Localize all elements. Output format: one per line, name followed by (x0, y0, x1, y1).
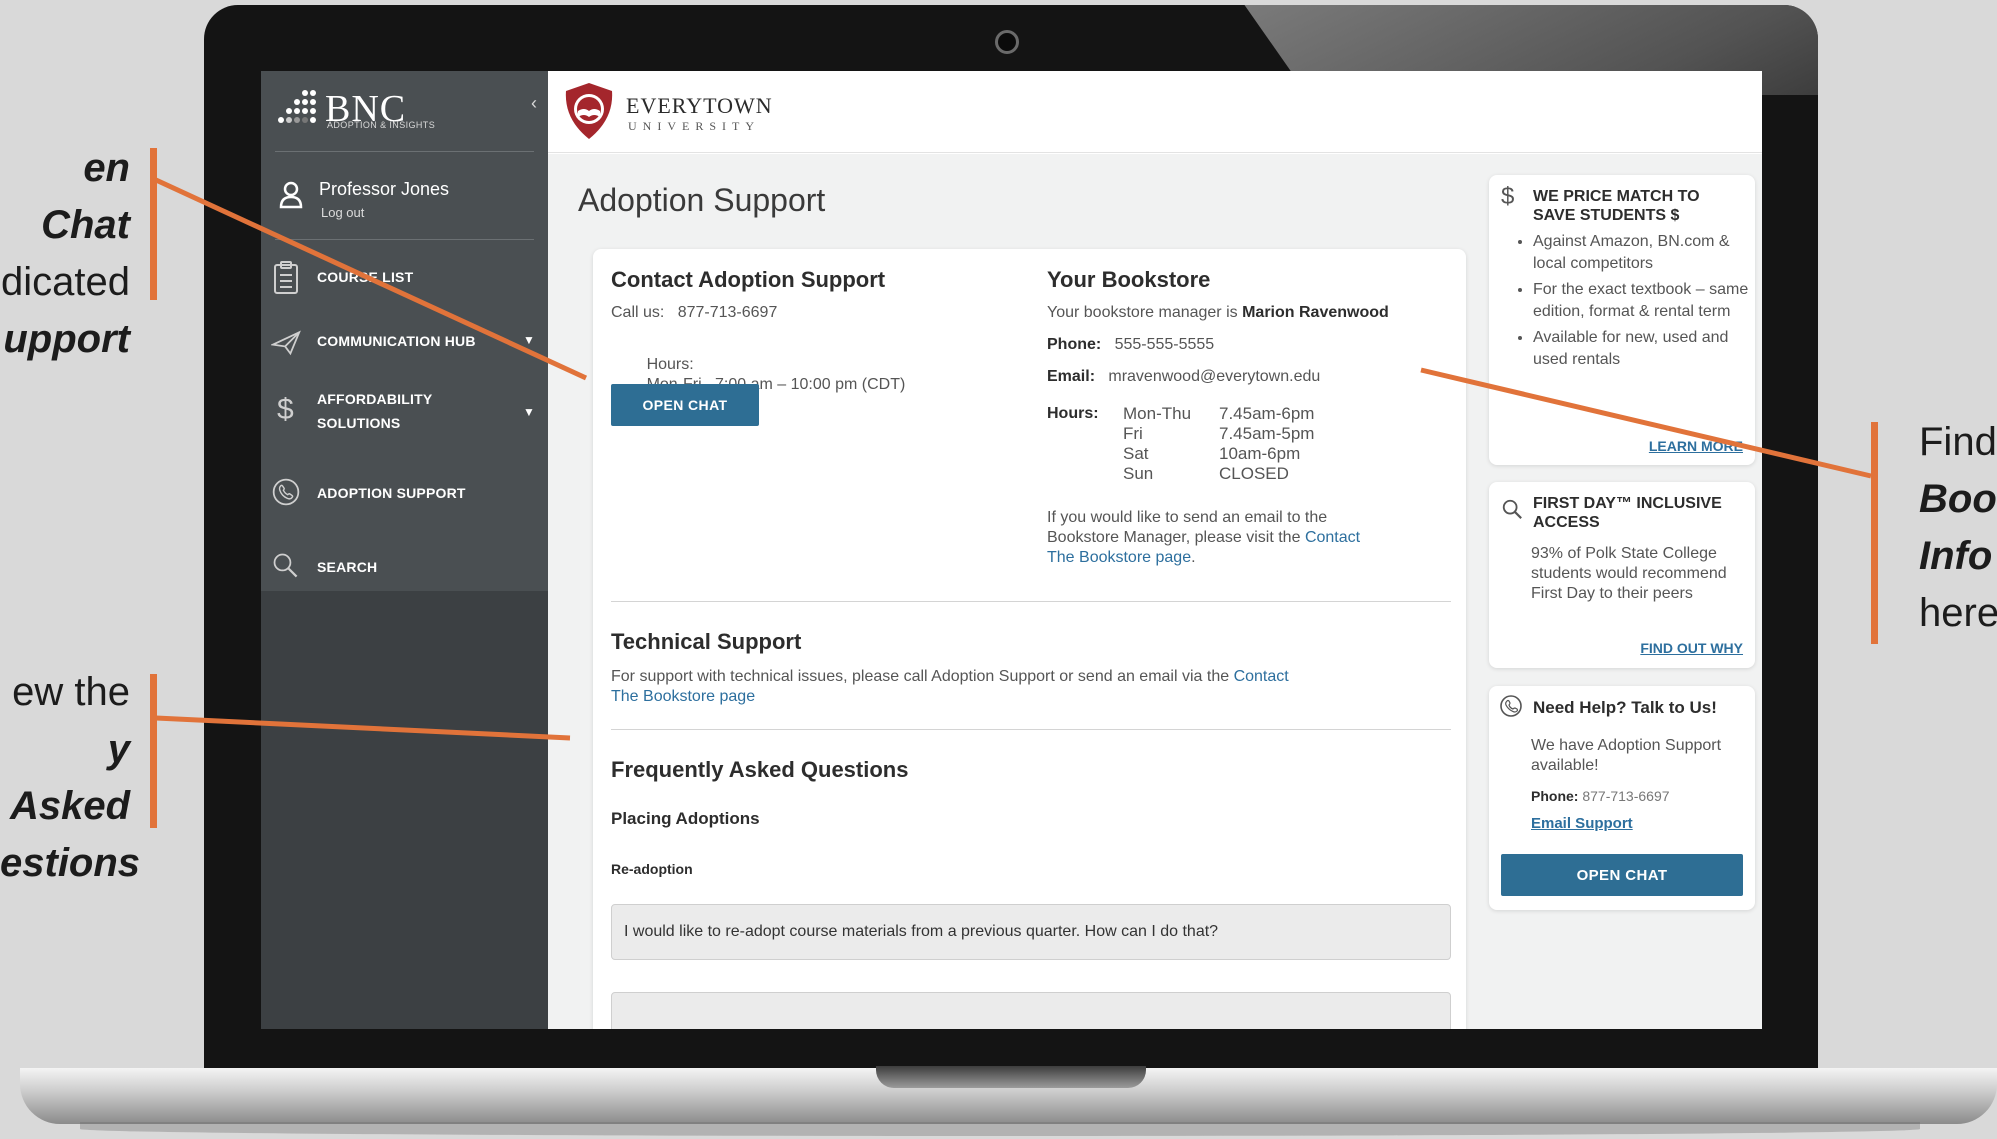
bnc-logo: BNC ADOPTION & INSIGHTS (275, 85, 475, 135)
promo-title: WE PRICE MATCH TO SAVE STUDENTS $ (1533, 188, 1700, 224)
bookstore-hours-table: Mon-Thu 7.45am-6pm Fri 7.45am-5pm Sat 10am-… (1123, 404, 1314, 484)
promo-text: 93% of Polk State College students would… (1531, 545, 1727, 602)
paper-plane-icon (271, 330, 301, 356)
sidebar-item-label: SEARCH (317, 559, 378, 575)
caret-down-icon: ▼ (523, 333, 535, 347)
sidebar-item-label-line2: SOLUTIONS (317, 415, 401, 431)
faq-question[interactable] (611, 992, 1451, 1029)
university-seal-icon (565, 83, 613, 139)
hours-row: Sun CLOSED (1123, 464, 1289, 483)
header: EVERYTOWN UNIVERSITY (548, 71, 1762, 153)
dollar-icon: $ (1501, 183, 1515, 210)
sidebar-empty-area (261, 591, 548, 1029)
adoption-phone: 877-713-6697 (677, 304, 778, 321)
sidebar-divider (275, 239, 534, 240)
list-item: For the exact textbook – same edition, f… (1533, 279, 1749, 323)
sidebar-divider (275, 151, 534, 152)
webcam (995, 30, 1019, 54)
page-title: Adoption Support (578, 182, 826, 218)
technical-heading: Technical Support (611, 629, 802, 654)
sidebar-item-label: COMMUNICATION HUB (317, 333, 476, 349)
chevron-left-icon[interactable]: ‹ (531, 93, 537, 114)
dollar-icon: $ (277, 393, 294, 426)
bookstore-heading: Your Bookstore (1047, 267, 1211, 292)
open-chat-button[interactable]: OPEN CHAT (1501, 854, 1743, 896)
contact-bookstore-link[interactable]: Contact (1234, 668, 1289, 685)
sidebar-item-affordability-solutions[interactable]: $ AFFORDABILITY SOLUTIONS ▼ (271, 381, 541, 447)
brand-subtitle: ADOPTION & INSIGHTS (327, 120, 436, 130)
bnc-dots-icon (278, 90, 316, 123)
open-chat-button[interactable]: OPEN CHAT (611, 384, 759, 426)
user-block: Professor Jones Log out (275, 175, 545, 235)
faq-subsection-heading: Re-adoption (611, 861, 693, 877)
promo-title: FIRST DAY™ INCLUSIVE ACCESS (1533, 495, 1722, 531)
screen: BNC ADOPTION & INSIGHTS ‹ Professor Jone… (261, 71, 1762, 1029)
sidebar-item-label: COURSE LIST (317, 269, 414, 285)
laptop-shadow (80, 1122, 1920, 1136)
university-subtitle: UNIVERSITY (628, 119, 760, 133)
learn-more-link[interactable]: LEARN MORE (1649, 438, 1743, 454)
manager-name: Marion Ravenwood (1242, 304, 1389, 321)
hours-row: Sat 10am-6pm (1123, 444, 1301, 463)
hours-row: Fri 7.45am-5pm (1123, 424, 1315, 443)
search-icon (1502, 499, 1522, 519)
user-icon (279, 181, 303, 209)
bookstore-hours-label: Hours: (1047, 405, 1099, 422)
sidebar-item-communication-hub[interactable]: COMMUNICATION HUB ▼ (271, 321, 541, 371)
faq-section-heading: Placing Adoptions (611, 809, 760, 828)
callout-bar-open-chat (150, 148, 157, 300)
bookstore-email[interactable]: mravenwood@everytown.edu (1108, 368, 1320, 385)
contact-bookstore-link[interactable]: The Bookstore page (611, 688, 755, 705)
main-content: Adoption Support Contact Adoption Suppor… (548, 154, 1762, 1029)
callout-bar-faq (150, 674, 157, 828)
sidebar-item-course-list[interactable]: COURSE LIST (271, 257, 541, 307)
find-out-why-link[interactable]: FIND OUT WHY (1640, 640, 1743, 656)
technical-text: For support with technical issues, pleas… (611, 668, 1289, 705)
divider (611, 729, 1451, 730)
sidebar: BNC ADOPTION & INSIGHTS ‹ Professor Jone… (261, 71, 548, 1029)
bookstore-manager: Your bookstore manager is Marion Ravenwo… (1047, 304, 1389, 321)
phone-icon (272, 478, 300, 506)
callout-bookstore: Find Boo Info here (1919, 420, 1997, 635)
search-icon (273, 553, 298, 578)
faq-question[interactable]: I would like to re-adopt course material… (611, 904, 1451, 960)
user-name: Professor Jones (319, 179, 450, 199)
help-promo: Need Help? Talk to Us! We have Adoption … (1489, 686, 1755, 910)
promo-text: We have Adoption Support available! (1531, 737, 1722, 774)
list-item: Against Amazon, BN.com & local competito… (1533, 231, 1749, 275)
sidebar-item-search[interactable]: SEARCH (271, 545, 541, 595)
contact-bookstore-link[interactable]: Contact (1305, 529, 1360, 546)
sidebar-item-adoption-support[interactable]: ADOPTION SUPPORT (271, 471, 541, 521)
callout-open-chat: en Chat dicated upport (1, 146, 130, 361)
callout-faq: ew the y Asked estions (0, 670, 141, 885)
caret-down-icon: ▼ (523, 405, 535, 419)
bookstore-phone: 555-555-5555 (1114, 336, 1215, 353)
contact-heading: Contact Adoption Support (611, 267, 886, 292)
callout-bar-bookstore (1871, 422, 1878, 644)
bookstore-email-note: If you would like to send an email to th… (1047, 509, 1361, 566)
help-phone-row: Phone: 877-713-6697 (1531, 788, 1670, 804)
promo-title: Need Help? Talk to Us! (1533, 698, 1717, 717)
university-name: EVERYTOWN (626, 93, 773, 118)
phone-icon (1500, 695, 1522, 717)
first-day-promo: FIRST DAY™ INCLUSIVE ACCESS 93% of Polk … (1489, 482, 1755, 668)
sidebar-item-label: AFFORDABILITY (317, 391, 433, 407)
help-phone: 877-713-6697 (1582, 788, 1670, 804)
hours-row: Mon-Thu 7.45am-6pm (1123, 404, 1315, 423)
bookstore-phone-row: Phone: 555-555-5555 (1047, 336, 1215, 353)
bookstore-email-row: Email: mravenwood@everytown.edu (1047, 368, 1321, 385)
logout-link[interactable]: Log out (321, 205, 364, 220)
faq-heading: Frequently Asked Questions (611, 757, 909, 782)
laptop-notch (876, 1066, 1146, 1088)
price-match-bullets: Against Amazon, BN.com & local competito… (1519, 231, 1749, 375)
list-item: Available for new, used and used rentals (1533, 327, 1749, 371)
clipboard-icon (274, 261, 298, 294)
contact-bookstore-link[interactable]: The Bookstore page (1047, 549, 1191, 566)
sidebar-item-label: ADOPTION SUPPORT (317, 485, 466, 501)
support-card: Contact Adoption Support Call us: 877-71… (593, 249, 1466, 1029)
price-match-promo: $ WE PRICE MATCH TO SAVE STUDENTS $ Agai… (1489, 175, 1755, 465)
call-us-row: Call us: 877-713-6697 (611, 304, 778, 321)
divider (611, 601, 1451, 602)
email-support-link[interactable]: Email Support (1531, 815, 1633, 832)
